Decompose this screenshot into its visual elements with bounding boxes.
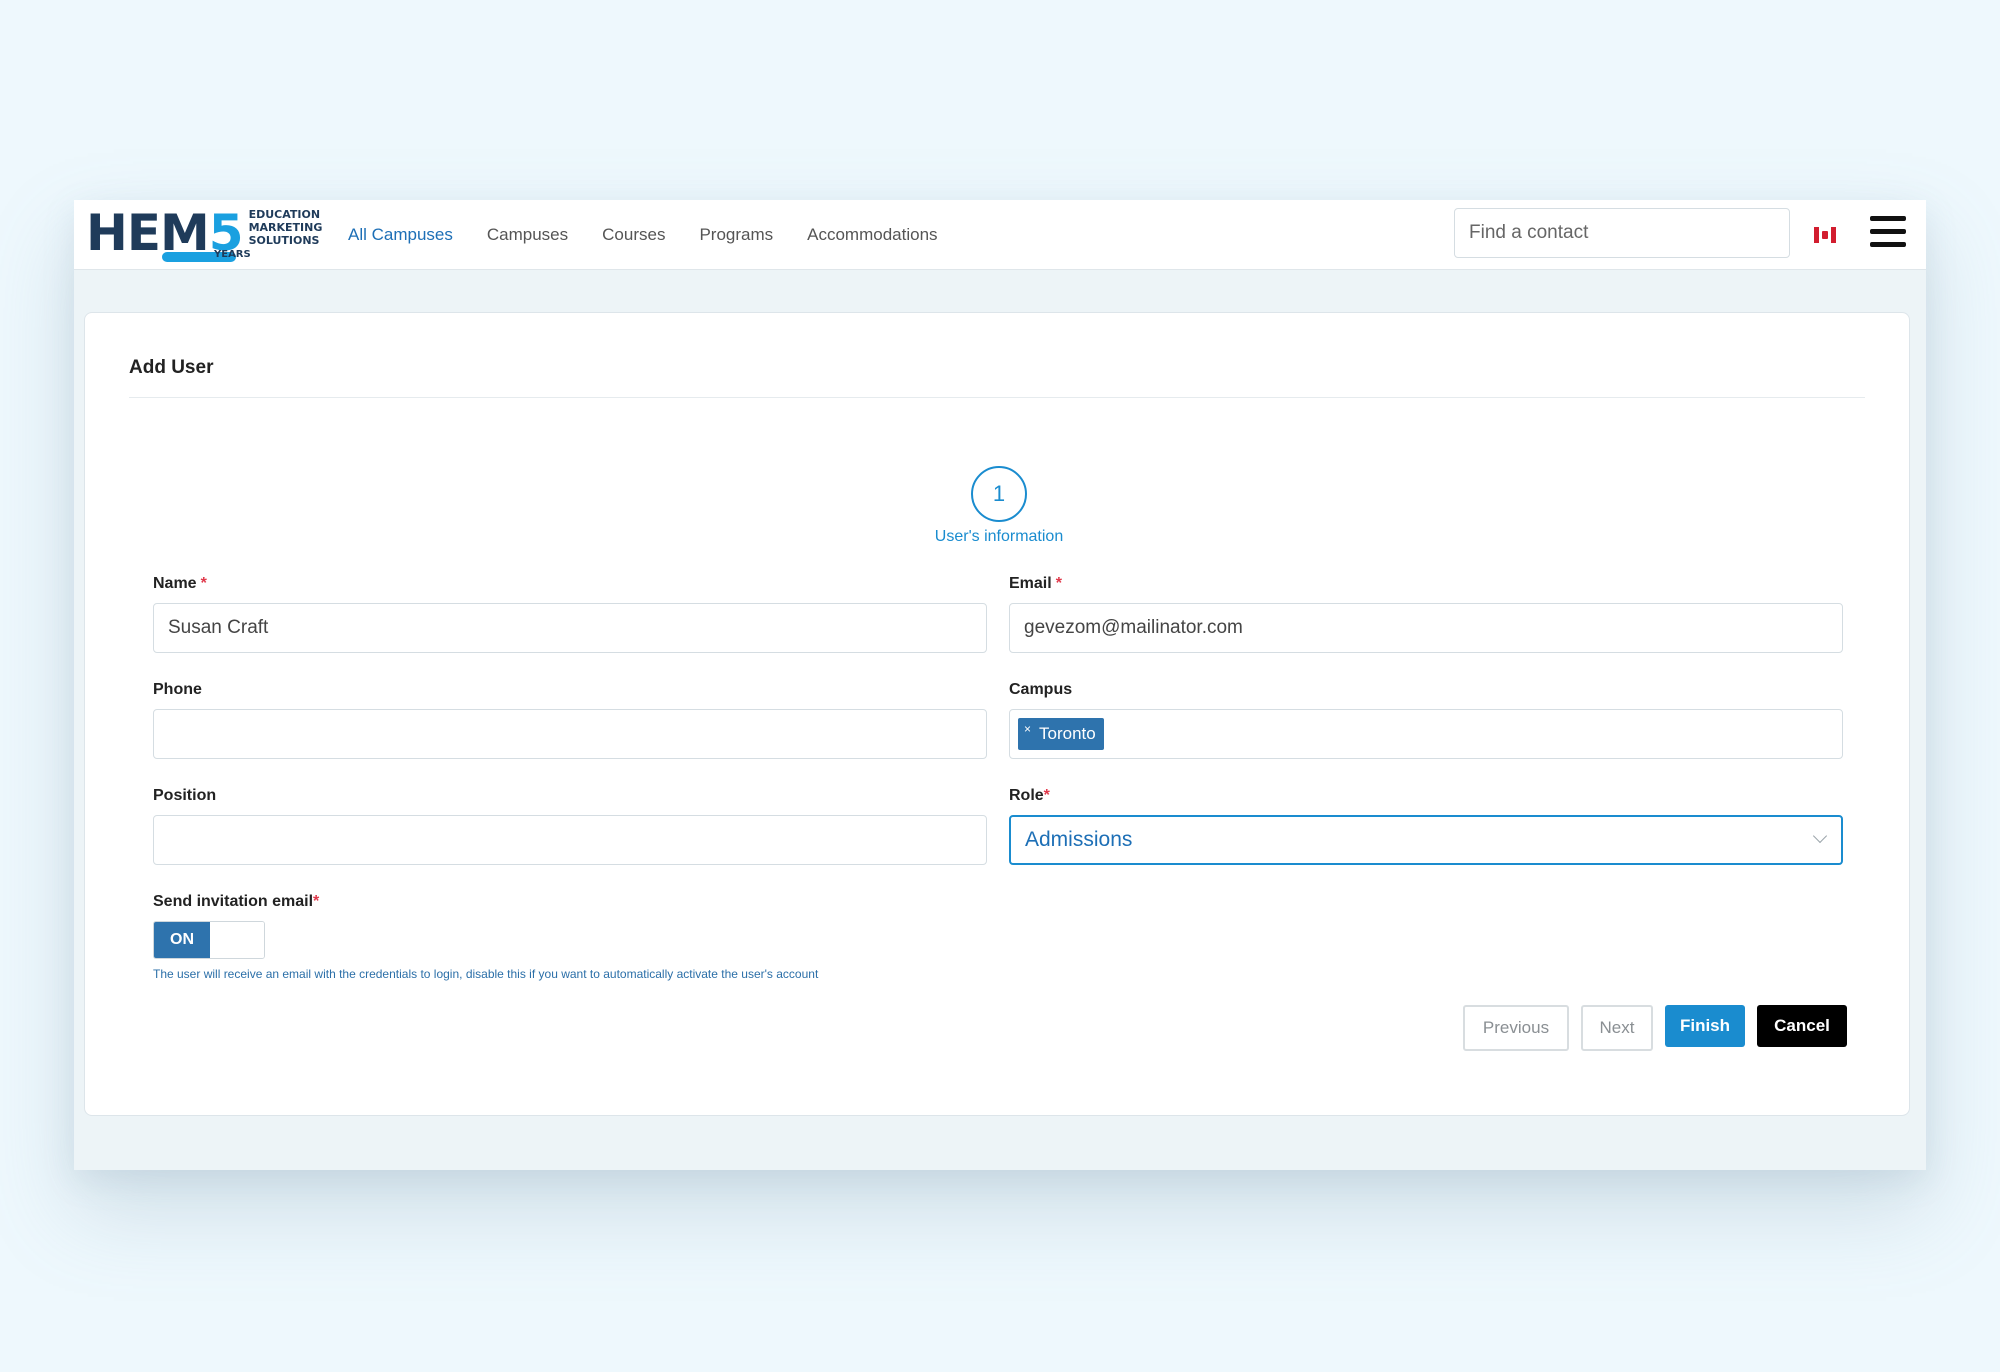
campus-label: Campus [1009, 681, 1073, 698]
app-window: HEM5 EDUCATION MARKETING SOLUTIONS YEARS… [74, 200, 1926, 1170]
name-field[interactable]: Susan Craft [153, 603, 987, 653]
nav-accommodations[interactable]: Accommodations [807, 225, 937, 245]
phone-field[interactable] [153, 709, 987, 759]
email-label: Email * [1009, 575, 1062, 592]
position-label: Position [153, 787, 217, 804]
hem5-logo[interactable]: HEM5 EDUCATION MARKETING SOLUTIONS YEARS [86, 204, 322, 264]
step-indicator[interactable]: 1 [971, 466, 1027, 522]
previous-button[interactable]: Previous [1463, 1005, 1569, 1051]
position-field[interactable] [153, 815, 987, 865]
role-label: Role* [1009, 787, 1050, 804]
nav-all-campuses[interactable]: All Campuses [348, 225, 453, 245]
add-user-card: Add User 1 User's information Name * Susa… [84, 312, 1910, 1116]
next-button[interactable]: Next [1581, 1005, 1653, 1051]
send-invitation-toggle[interactable]: ON [153, 921, 265, 959]
send-invitation-label: Send invitation email* [153, 893, 320, 910]
invitation-help-text: The user will receive an email with the … [153, 967, 819, 981]
toggle-off-area [210, 922, 264, 958]
page-title: Add User [129, 357, 214, 378]
chevron-down-icon [1812, 828, 1828, 844]
role-select[interactable]: Admissions [1009, 815, 1843, 865]
nav-programs[interactable]: Programs [699, 225, 773, 245]
top-navbar: HEM5 EDUCATION MARKETING SOLUTIONS YEARS… [74, 200, 1926, 270]
campus-tag-toronto: × Toronto [1018, 718, 1104, 750]
toggle-on-state: ON [154, 922, 210, 958]
step-label: User's information [934, 528, 1064, 545]
campus-multiselect[interactable]: × Toronto [1009, 709, 1843, 759]
name-label: Name * [153, 575, 207, 592]
email-field[interactable]: gevezom@mailinator.com [1009, 603, 1843, 653]
logo-tagline: EDUCATION MARKETING SOLUTIONS [248, 208, 323, 247]
logo-years-text: YEARS [214, 249, 251, 260]
cancel-button[interactable]: Cancel [1757, 1005, 1847, 1047]
find-contact-search-input[interactable] [1454, 208, 1790, 258]
main-nav: All Campuses Campuses Courses Programs A… [348, 200, 972, 270]
finish-button[interactable]: Finish [1665, 1005, 1745, 1047]
title-divider [129, 397, 1865, 398]
canada-flag-icon[interactable] [1814, 227, 1836, 243]
hamburger-menu-icon[interactable] [1870, 216, 1906, 248]
tag-remove-icon[interactable]: × [1024, 722, 1031, 736]
nav-campuses[interactable]: Campuses [487, 225, 568, 245]
nav-courses[interactable]: Courses [602, 225, 665, 245]
phone-label: Phone [153, 681, 202, 698]
